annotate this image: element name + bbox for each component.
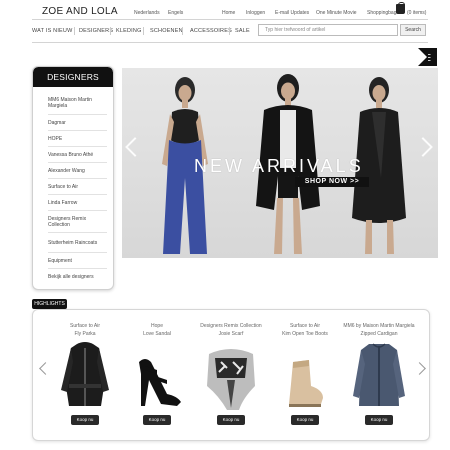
language-link-nederlands[interactable]: Nederlands: [134, 10, 160, 16]
cart-count: (0 items): [407, 10, 427, 16]
designer-item[interactable]: Dagmar: [48, 115, 107, 131]
banner-title: NEW ARRIVALS: [194, 156, 364, 176]
shoppingbag-link[interactable]: Shoppingbag: [367, 10, 396, 16]
product-name[interactable]: Love Sandal: [121, 330, 193, 338]
search-button[interactable]: Search: [400, 24, 426, 36]
category-new[interactable]: WAT IS NIEUW: [32, 28, 73, 34]
highlights-carousel: Surface to Air Fly Parka Koop nu Hope Lo…: [32, 309, 430, 441]
highlights-next-icon[interactable]: [413, 362, 426, 375]
hero-banner[interactable]: NEW ARRIVALS SHOP NOW >>: [122, 68, 438, 258]
nav-separator: [143, 27, 144, 35]
badge-lines-icon: ▬ ▬ ▬: [428, 53, 431, 62]
buy-now-button[interactable]: Koop nu: [217, 415, 245, 425]
sandal-image[interactable]: [127, 340, 187, 412]
category-shoes[interactable]: SCHOENEN: [150, 28, 183, 34]
category-designers[interactable]: DESIGNERS: [79, 28, 113, 34]
parka-image[interactable]: [55, 340, 115, 412]
highlights-label: HIGHLIGHTS: [32, 299, 67, 309]
buy-now-button[interactable]: Koop nu: [143, 415, 171, 425]
product-designer[interactable]: Surface to Air: [269, 322, 341, 330]
boots-image[interactable]: [275, 340, 335, 412]
designer-item[interactable]: Linda Farrow: [48, 195, 107, 211]
product-name[interactable]: Josie Scarf: [195, 330, 267, 338]
product-name[interactable]: Kim Open Toe Boots: [269, 330, 341, 338]
language-link-engels[interactable]: Engels: [168, 10, 183, 16]
product-designer[interactable]: Hope: [121, 322, 193, 330]
product-card[interactable]: Designers Remix Collection Josie Scarf K…: [195, 322, 267, 425]
nav-link-email-updates[interactable]: E-mail Updates: [275, 10, 309, 16]
nav-link-login[interactable]: Inloggen: [246, 10, 265, 16]
shop-now-button[interactable]: SHOP NOW >>: [295, 177, 369, 187]
designers-title: DESIGNERS: [33, 67, 113, 87]
product-name[interactable]: Fly Parka: [49, 330, 121, 338]
site-logo[interactable]: ZOE AND LOLA: [42, 6, 118, 17]
product-designer[interactable]: MM6 by Maison Martin Margiela: [343, 322, 415, 330]
search-input[interactable]: [258, 24, 398, 36]
nav-separator: [229, 27, 230, 35]
designer-item[interactable]: HOPE: [48, 131, 107, 147]
category-clothing[interactable]: KLEDING: [116, 28, 142, 34]
nav-separator: [74, 27, 75, 35]
scarf-image[interactable]: [201, 340, 261, 412]
designer-item[interactable]: Designers Remix Collection: [48, 211, 107, 233]
nav-separator: [110, 27, 111, 35]
designer-item[interactable]: Alexander Wang: [48, 163, 107, 179]
product-card[interactable]: Surface to Air Kim Open Toe Boots Koop n…: [269, 322, 341, 425]
product-designer[interactable]: Surface to Air: [49, 322, 121, 330]
designer-item[interactable]: Surface to Air: [48, 179, 107, 195]
category-accessories[interactable]: ACCESSOIRES: [190, 28, 232, 34]
buy-now-button[interactable]: Koop nu: [291, 415, 319, 425]
category-sale[interactable]: SALE: [235, 28, 250, 34]
product-card[interactable]: Hope Love Sandal Koop nu: [121, 322, 193, 425]
buy-now-button[interactable]: Koop nu: [71, 415, 99, 425]
shopping-bag-icon[interactable]: [396, 2, 405, 14]
product-designer[interactable]: Designers Remix Collection: [195, 322, 267, 330]
cardigan-image[interactable]: [349, 340, 409, 412]
designer-item[interactable]: Equipment: [48, 253, 107, 269]
corner-badge: ▬ ▬ ▬: [418, 48, 437, 66]
nav-link-one-minute-movie[interactable]: One Minute Movie: [316, 10, 357, 16]
product-card[interactable]: Surface to Air Fly Parka Koop nu: [49, 322, 121, 425]
header-divider: [32, 19, 428, 20]
buy-now-button[interactable]: Koop nu: [365, 415, 393, 425]
nav-separator: [182, 27, 183, 35]
nav-link-home[interactable]: Home: [222, 10, 235, 16]
nav-divider: [32, 42, 428, 43]
product-name[interactable]: Zipped Cardigan: [343, 330, 415, 338]
designer-item[interactable]: MM6 Maison Martin Margiela: [48, 92, 107, 115]
view-all-designers-link[interactable]: Bekijk alle designers: [48, 269, 107, 285]
designers-panel: DESIGNERS MM6 Maison Martin Margiela Dag…: [32, 66, 114, 290]
product-card[interactable]: MM6 by Maison Martin Margiela Zipped Car…: [343, 322, 415, 425]
designer-item[interactable]: Stutterheim Raincoats: [48, 233, 107, 253]
designer-item[interactable]: Vanessa Bruno Athé: [48, 147, 107, 163]
designers-list: MM6 Maison Martin Margiela Dagmar HOPE V…: [33, 87, 113, 285]
